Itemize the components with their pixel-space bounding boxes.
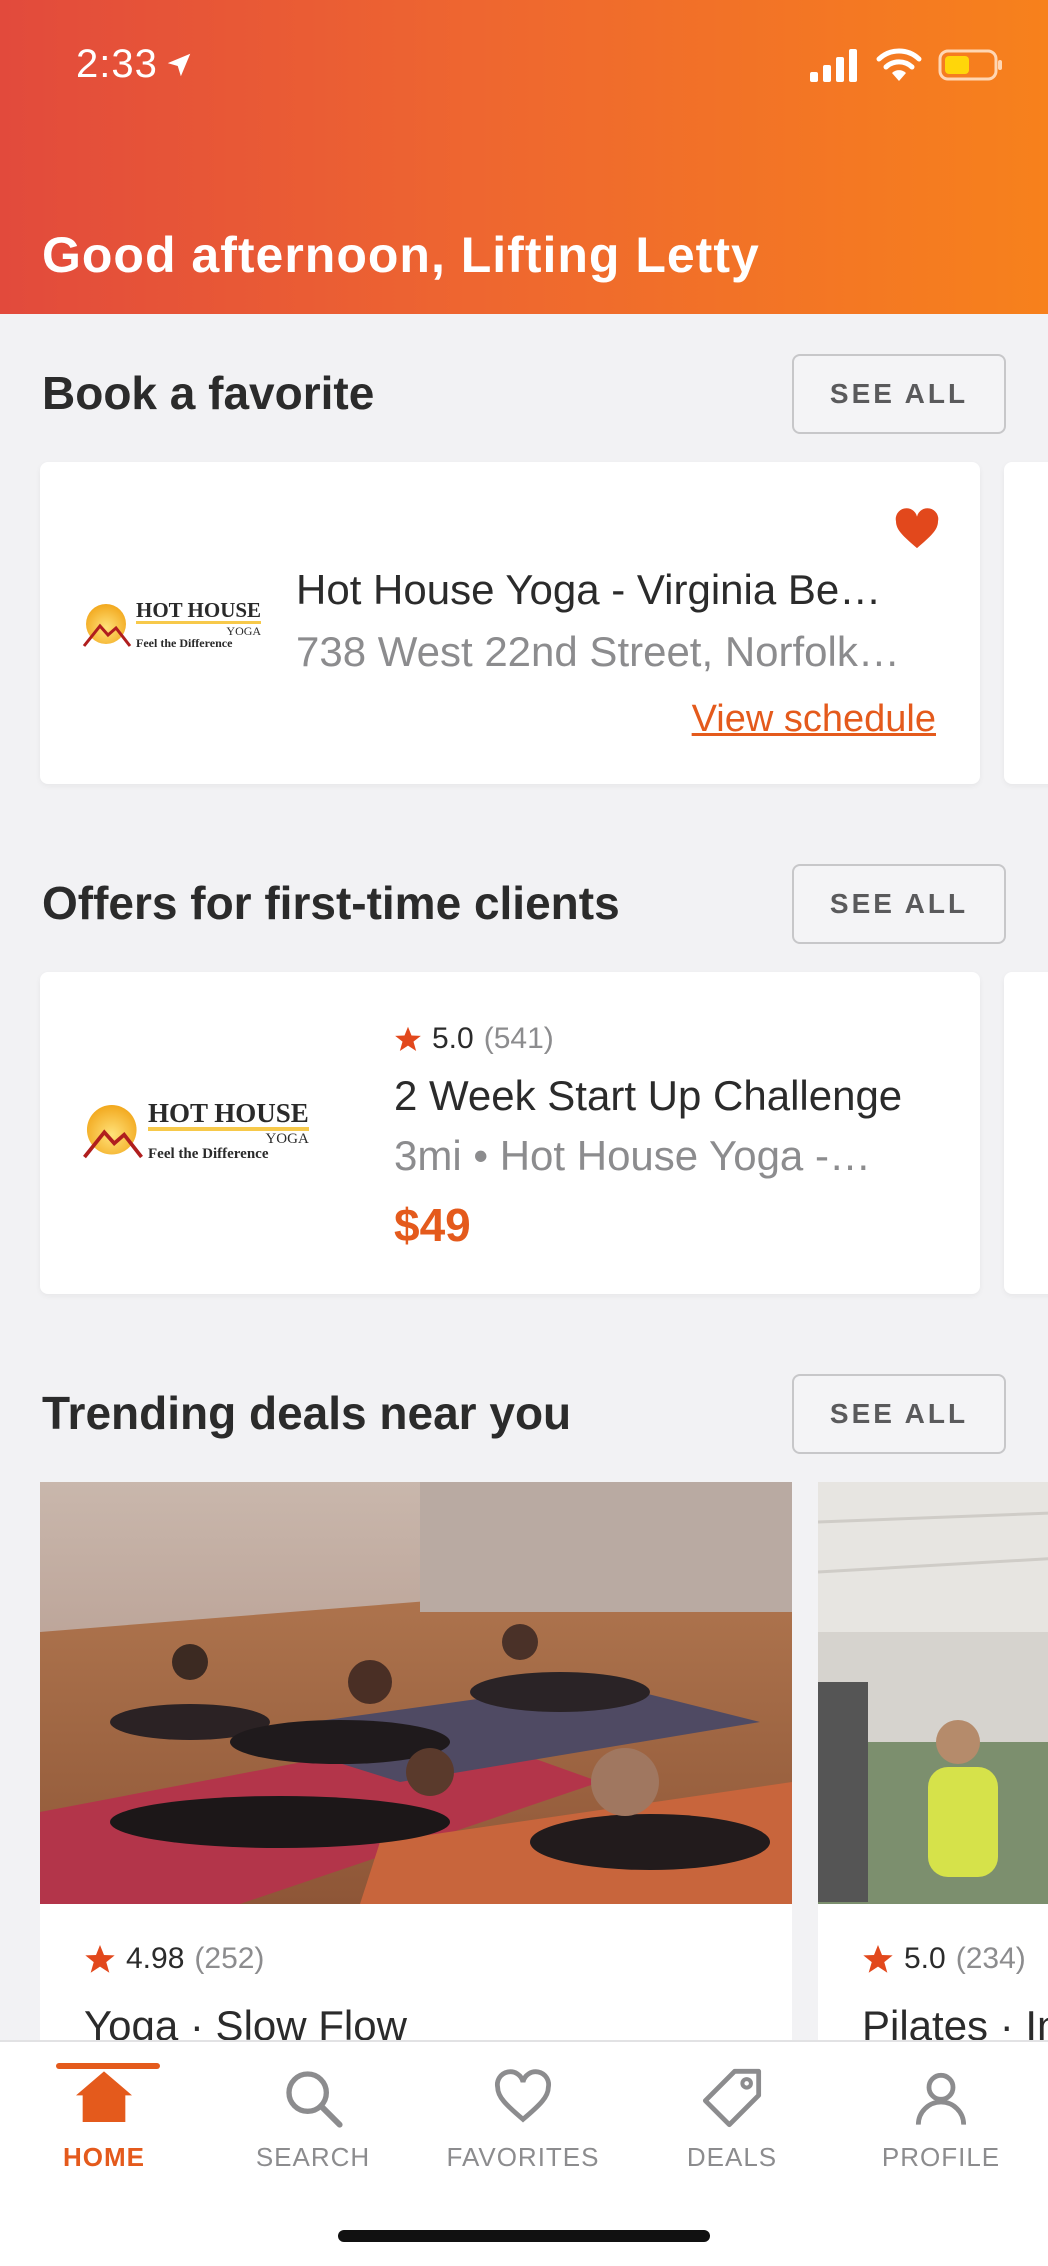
person-icon: [915, 2072, 967, 2125]
offer-rating: 5.0 (541): [394, 1022, 554, 1056]
tab-profile[interactable]: PROFILE: [841, 2066, 1041, 2173]
yoga-class-photo: [40, 1482, 792, 1904]
studio-logo: HOT HOUSE YOGA Feel the Difference: [82, 600, 262, 649]
active-tab-indicator: [56, 2063, 160, 2069]
star-icon: [863, 1945, 893, 1973]
favorite-studio-card[interactable]: HOT HOUSE YOGA Feel the Difference Hot H…: [40, 462, 980, 784]
pilates-photo: [818, 1482, 1048, 1904]
favorite-heart-icon[interactable]: [894, 508, 940, 550]
status-indicators: [810, 48, 1004, 82]
sun-mountain-logo-icon: [82, 603, 132, 647]
section-title-favorites: Book a favorite: [42, 367, 375, 419]
wifi-icon: [876, 48, 922, 81]
home-indicator: [338, 2230, 710, 2242]
see-all-offers-button[interactable]: SEE ALL: [792, 864, 1006, 944]
search-icon: [286, 2071, 343, 2128]
tab-deals[interactable]: DEALS: [632, 2066, 832, 2173]
offer-subtitle: 3mi • Hot House Yoga -…: [394, 1132, 871, 1179]
view-schedule-link[interactable]: View schedule: [692, 698, 936, 741]
deal-title: Yoga · Slow Flow: [84, 2002, 407, 2042]
tab-favorites[interactable]: FAVORITES: [423, 2066, 623, 2173]
deal-photo-yoga-class: [40, 1482, 792, 1904]
cellular-signal-icon: [810, 49, 857, 82]
section-title-offers: Offers for first-time clients: [42, 877, 620, 929]
section-title-trending: Trending deals near you: [42, 1387, 572, 1439]
star-icon: [85, 1945, 115, 1973]
deal-photo-pilates: [818, 1482, 1048, 1904]
offer-price: $49: [394, 1199, 471, 1251]
tab-home[interactable]: HOME: [4, 2063, 204, 2173]
offer-card-next[interactable]: [1004, 972, 1048, 1294]
star-icon: [395, 1026, 421, 1052]
tab-search[interactable]: SEARCH: [213, 2066, 413, 2173]
tag-icon: [702, 2068, 762, 2128]
deal-rating: 4.98 (252): [84, 1942, 264, 1976]
battery-icon: [938, 49, 1002, 81]
sun-mountain-logo-icon: [83, 1104, 143, 1159]
app-screen: 2:33 Good afternoon, Lifting Letty Book …: [0, 0, 1048, 2266]
see-all-trending-button[interactable]: SEE ALL: [792, 1374, 1006, 1454]
heart-icon: [495, 2069, 551, 2123]
deal-title: Pilates · In: [862, 2002, 1048, 2042]
header: 2:33 Good afternoon, Lifting Letty: [0, 0, 1048, 314]
deal-rating: 5.0 (234): [862, 1942, 1026, 1976]
location-arrow-icon: [167, 53, 191, 76]
deal-card[interactable]: 4.98 (252) Yoga · Slow Flow: [40, 1482, 792, 2042]
home-icon: [76, 2071, 132, 2122]
deal-card-next[interactable]: 5.0 (234) Pilates · In: [818, 1482, 1048, 2042]
status-time: 2:33: [76, 42, 194, 87]
greeting: Good afternoon, Lifting Letty: [42, 227, 760, 283]
offer-card[interactable]: HOT HOUSE YOGA Feel the Difference 5.0 (…: [40, 972, 980, 1294]
offer-title: 2 Week Start Up Challenge: [394, 1072, 903, 1119]
see-all-favorites-button[interactable]: SEE ALL: [792, 354, 1006, 434]
studio-address: 738 West 22nd Street, Norfolk…: [296, 628, 900, 675]
favorite-studio-card-next[interactable]: [1004, 462, 1048, 784]
studio-name: Hot House Yoga - Virginia Be…: [296, 566, 882, 613]
offer-studio-logo: HOT HOUSE YOGA Feel the Difference: [82, 1100, 309, 1162]
